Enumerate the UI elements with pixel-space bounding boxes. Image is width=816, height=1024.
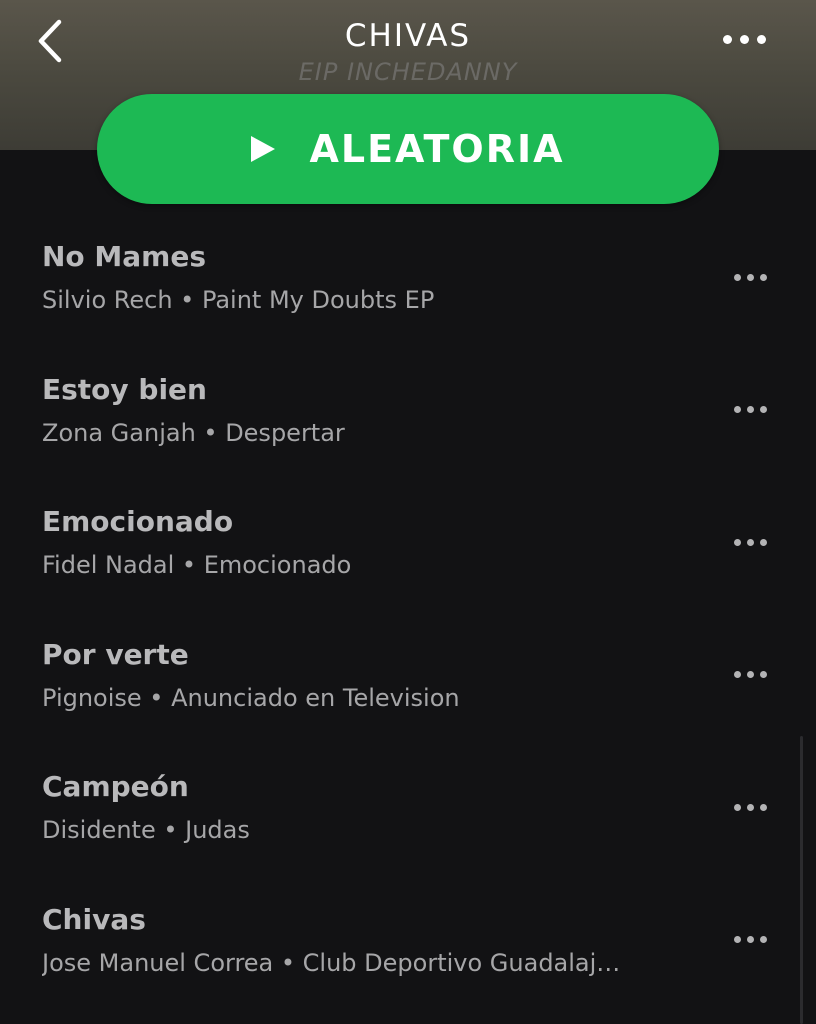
track-row[interactable]: Emocionado Fidel Nadal • Emocionado (0, 499, 816, 632)
track-subtitle: Silvio Rech • Paint My Doubts EP (42, 286, 435, 314)
track-title: Emocionado (42, 505, 234, 538)
watermark-text: EIP INCHEDANNY (298, 58, 518, 86)
track-subtitle: Pignoise • Anunciado en Television (42, 683, 460, 712)
track-more-button[interactable] (722, 395, 778, 425)
shuffle-play-button[interactable]: ALEATORIA (97, 94, 719, 204)
track-title: No Mames (42, 240, 207, 273)
play-icon (251, 136, 276, 162)
shuffle-play-label: ALEATORIA (309, 127, 565, 171)
track-title: Chivas (42, 902, 146, 936)
more-horizontal-icon (733, 406, 767, 413)
track-title: Campeón (42, 770, 189, 803)
track-row[interactable]: No Mames Silvio Rech • Paint My Doubts E… (0, 234, 816, 367)
track-row[interactable]: Chivas Jose Manuel Correa • Club Deporti… (0, 897, 816, 1024)
track-subtitle: Zona Ganjah • Despertar (42, 418, 345, 447)
more-horizontal-icon (733, 936, 767, 943)
scrollbar[interactable] (800, 736, 803, 1024)
more-horizontal-icon (733, 671, 767, 678)
playlist-screen: CHIVAS EIP INCHEDANNY ALEATORIA No Mames… (0, 0, 816, 1024)
track-list: No Mames Silvio Rech • Paint My Doubts E… (0, 234, 816, 1024)
track-row[interactable]: Por verte Pignoise • Anunciado en Televi… (0, 632, 816, 765)
track-subtitle: Fidel Nadal • Emocionado (42, 551, 352, 579)
more-horizontal-icon (733, 538, 767, 546)
track-title: Por verte (42, 637, 189, 671)
track-more-button[interactable] (722, 792, 778, 822)
more-horizontal-icon (722, 34, 766, 44)
track-more-button[interactable] (722, 660, 778, 690)
track-more-button[interactable] (722, 262, 778, 292)
track-title: Estoy bien (42, 372, 207, 406)
page-title: CHIVAS (344, 18, 472, 54)
track-row[interactable]: Campeón Disidente • Judas (0, 764, 816, 897)
track-row[interactable]: Estoy bien Zona Ganjah • Despertar (0, 367, 816, 500)
more-options-button[interactable] (712, 24, 776, 54)
more-horizontal-icon (733, 803, 767, 811)
track-subtitle: Jose Manuel Correa • Club Deportivo Guad… (42, 948, 621, 977)
track-more-button[interactable] (722, 527, 778, 557)
track-subtitle: Disidente • Judas (42, 816, 250, 844)
track-more-button[interactable] (722, 925, 778, 955)
more-horizontal-icon (733, 273, 767, 281)
